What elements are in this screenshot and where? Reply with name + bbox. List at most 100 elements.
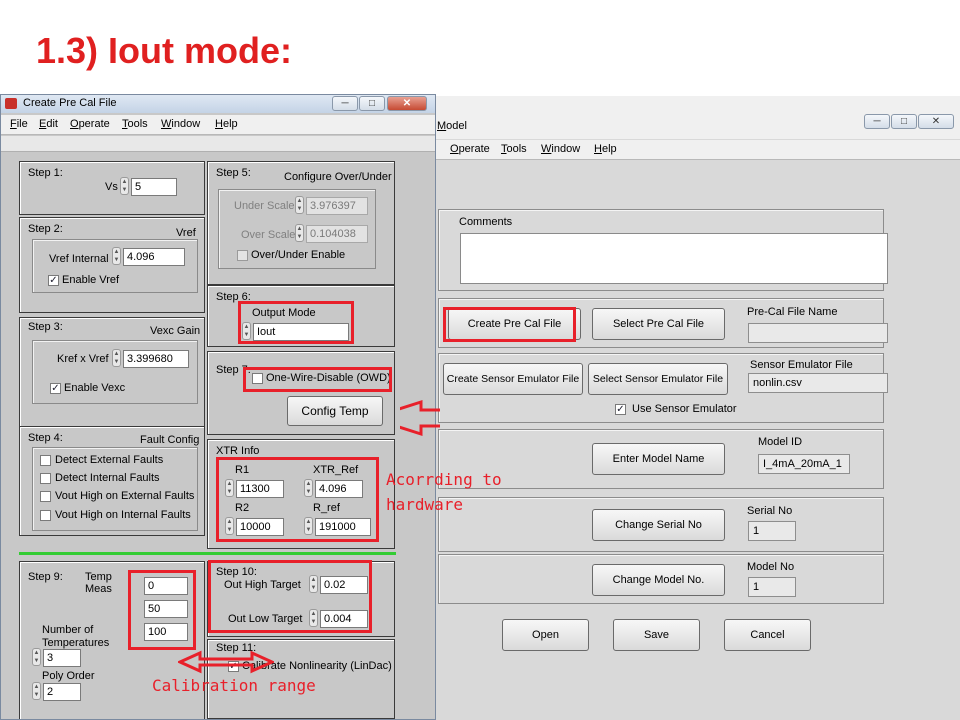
- maximize-button[interactable]: □: [359, 96, 385, 111]
- under-scale-input[interactable]: 3.976397: [306, 197, 368, 215]
- highlight-create-pre-cal: [443, 307, 576, 342]
- step3-group: Step 3: Vexc Gain Kref x Vref ▲ ▼ 3.39968…: [19, 317, 205, 429]
- menu-edit[interactable]: Edit: [39, 118, 58, 130]
- maximize-icon: □: [368, 98, 376, 109]
- sensor-emulator-field[interactable]: nonlin.csv: [748, 373, 888, 393]
- step4-group: Step 4: Fault Config Detect External Fau…: [19, 426, 205, 536]
- maximize-button[interactable]: □: [891, 114, 917, 129]
- minimize-icon: ─: [341, 98, 349, 109]
- poly-order-input[interactable]: 2: [43, 683, 81, 701]
- green-divider: [19, 552, 396, 555]
- change-model-no-button[interactable]: Change Model No.: [592, 564, 725, 596]
- enable-vref-checkbox[interactable]: ✓: [48, 275, 59, 286]
- vout-high-external-checkbox[interactable]: [40, 491, 51, 502]
- menu-tools[interactable]: Tools: [501, 143, 527, 155]
- vref-title: Vref: [176, 227, 196, 239]
- serial-field[interactable]: 1: [748, 521, 796, 541]
- over-scale-spinner[interactable]: ▲ ▼: [295, 224, 304, 242]
- num-temps-input[interactable]: 3: [43, 649, 81, 667]
- pre-cal-name-field[interactable]: [748, 323, 888, 343]
- use-sensor-emulator-checkbox[interactable]: ✓: [615, 404, 626, 415]
- num-temps-label-2: Temperatures: [42, 637, 110, 649]
- num-temps-label-1: Number of: [42, 624, 94, 636]
- num-temps-spinner[interactable]: ▲ ▼: [32, 648, 41, 666]
- menu-tools[interactable]: Tools: [122, 118, 148, 130]
- over-scale-label: Over Scale: [241, 229, 296, 241]
- menu-help[interactable]: Help: [594, 143, 617, 155]
- over-under-panel: Under Scale ▲ ▼ 3.976397 Over Scale ▲ ▼ 0.…: [218, 189, 376, 269]
- menu-window[interactable]: Window: [541, 143, 580, 155]
- close-icon: ✕: [402, 98, 412, 109]
- save-button[interactable]: Save: [613, 619, 700, 651]
- close-button[interactable]: ✕: [918, 114, 954, 129]
- sensor-emulator-label: Sensor Emulator File: [750, 359, 853, 371]
- select-pre-cal-button[interactable]: Select Pre Cal File: [592, 308, 725, 340]
- fault-config-title: Fault Config: [140, 434, 200, 446]
- vexc-gain-title: Vexc Gain: [150, 325, 201, 337]
- model-menubar: Operate Tools Window Help: [434, 140, 960, 160]
- vref-spinner[interactable]: ▲ ▼: [112, 247, 121, 265]
- vs-spinner[interactable]: ▲ ▼: [120, 177, 129, 195]
- open-button[interactable]: Open: [502, 619, 589, 651]
- minimize-button[interactable]: ─: [864, 114, 890, 129]
- vexc-panel: Kref x Vref ▲ ▼ 3.399680 ✓ Enable Vexc: [32, 340, 198, 404]
- select-sensor-emulator-button[interactable]: Select Sensor Emulator File: [588, 363, 728, 395]
- kref-spinner[interactable]: ▲ ▼: [112, 349, 121, 367]
- step9-label: Step 9:: [28, 571, 63, 583]
- detect-external-faults-checkbox[interactable]: [40, 455, 51, 466]
- pre-cal-name-label: Pre-Cal File Name: [747, 306, 838, 318]
- slide-title: 1.3) Iout mode:: [36, 30, 293, 71]
- enter-model-name-button[interactable]: Enter Model Name: [592, 443, 725, 475]
- menu-window[interactable]: Window: [161, 118, 200, 130]
- step4-label: Step 4:: [28, 432, 63, 444]
- model-no-field[interactable]: 1: [748, 577, 796, 597]
- menu-operate[interactable]: Operate: [450, 143, 490, 155]
- xtr-info-label: XTR Info: [216, 445, 260, 457]
- detect-external-faults-label: Detect External Faults: [55, 454, 164, 466]
- vout-high-internal-checkbox[interactable]: [40, 510, 51, 521]
- over-under-enable-label: Over/Under Enable: [251, 249, 346, 261]
- highlight-output-mode: [238, 301, 354, 344]
- menu-help[interactable]: Help: [215, 118, 238, 130]
- under-scale-spinner[interactable]: ▲ ▼: [295, 196, 304, 214]
- enable-vref-label: Enable Vref: [62, 274, 120, 286]
- enable-vexc-checkbox[interactable]: ✓: [50, 383, 61, 394]
- step7-group: Step 7: One-Wire-Disable (OWD) Config Te…: [207, 351, 395, 435]
- comments-label: Comments: [459, 216, 513, 228]
- menu-file[interactable]: File: [10, 118, 28, 130]
- model-id-panel: Enter Model Name Model ID I_4mA_20mA_1: [438, 429, 884, 489]
- detect-internal-faults-checkbox[interactable]: [40, 473, 51, 484]
- minimize-icon: ─: [873, 116, 881, 127]
- vref-panel: Vref Internal ▲ ▼ 4.096 ✓ Enable Vref: [32, 239, 198, 293]
- config-temp-button[interactable]: Config Temp: [287, 396, 383, 426]
- step1-label: Step 1:: [28, 167, 63, 179]
- arrow-to-create-pre-cal-icon: [400, 399, 440, 437]
- poly-order-spinner[interactable]: ▲ ▼: [32, 682, 41, 700]
- step1-group: Step 1: Vs ▲ ▼ 5: [19, 161, 205, 215]
- vs-input[interactable]: 5: [131, 178, 177, 196]
- maximize-icon: □: [900, 116, 908, 127]
- change-serial-button[interactable]: Change Serial No: [592, 509, 725, 541]
- menu-operate[interactable]: Operate: [70, 118, 110, 130]
- fault-options-panel: Detect External Faults Detect Internal F…: [32, 447, 198, 531]
- step5-group: Step 5: Configure Over/Under Under Scale…: [207, 161, 395, 285]
- highlight-xtr-info: [216, 457, 379, 542]
- close-icon: ✕: [931, 116, 941, 127]
- under-scale-label: Under Scale: [234, 200, 295, 212]
- over-under-enable-checkbox[interactable]: [237, 250, 248, 261]
- minimize-button[interactable]: ─: [332, 96, 358, 111]
- over-scale-input[interactable]: 0.104038: [306, 225, 368, 243]
- create-sensor-emulator-button[interactable]: Create Sensor Emulator File: [443, 363, 583, 395]
- model-id-field[interactable]: I_4mA_20mA_1: [758, 454, 850, 474]
- vref-input[interactable]: 4.096: [123, 248, 185, 266]
- vref-internal-label: Vref Internal: [49, 253, 109, 265]
- comments-textarea[interactable]: [460, 233, 888, 284]
- kref-input[interactable]: 3.399680: [123, 350, 189, 368]
- highlight-owd: [243, 367, 392, 392]
- model-window-title: Model: [437, 120, 467, 132]
- poly-order-label: Poly Order: [42, 670, 95, 682]
- vout-high-external-label: Vout High on External Faults: [55, 490, 195, 502]
- highlight-out-targets: [208, 560, 372, 633]
- close-button[interactable]: ✕: [387, 96, 427, 111]
- cancel-button[interactable]: Cancel: [724, 619, 811, 651]
